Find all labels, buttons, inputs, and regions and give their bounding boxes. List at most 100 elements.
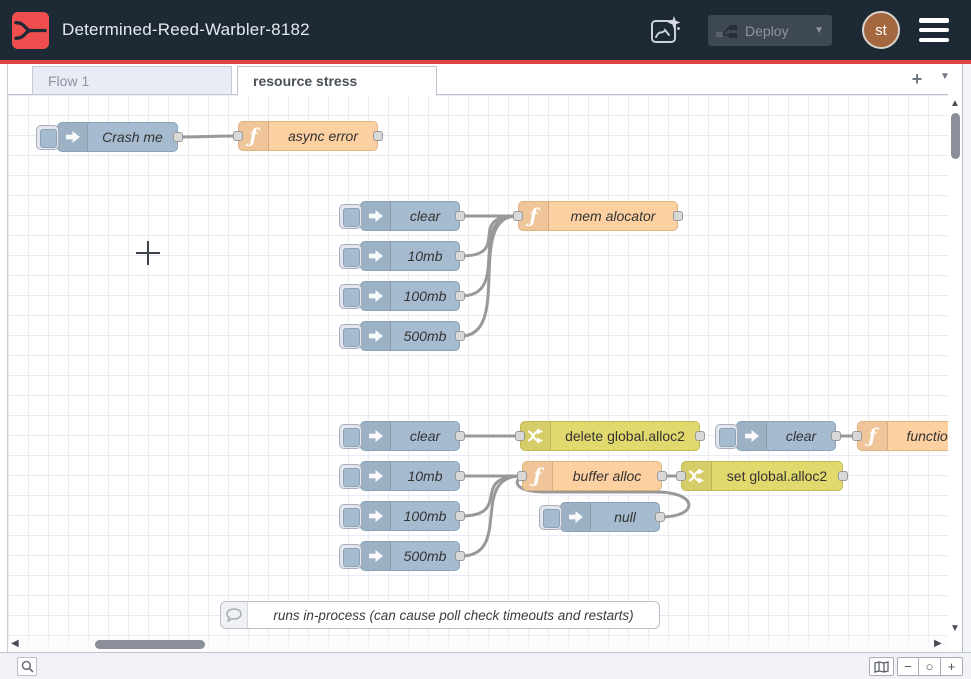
output-port[interactable]: [695, 431, 705, 441]
inject-trigger-button[interactable]: [36, 125, 59, 150]
output-port[interactable]: [455, 211, 465, 221]
input-port[interactable]: [513, 211, 523, 221]
output-port[interactable]: [673, 211, 683, 221]
node-inject-null[interactable]: null: [560, 502, 660, 532]
comment-label: runs in-process (can cause poll check ti…: [248, 602, 659, 628]
inject-arrow-icon: [561, 503, 591, 531]
tab-flow-1[interactable]: Flow 1: [32, 66, 232, 95]
deploy-button[interactable]: Deploy ▼: [708, 15, 832, 46]
node-label: 10mb: [391, 462, 459, 490]
output-port[interactable]: [455, 471, 465, 481]
output-port[interactable]: [455, 251, 465, 261]
scroll-down-icon[interactable]: ▼: [950, 623, 960, 634]
inject-trigger-button[interactable]: [539, 505, 562, 530]
output-port[interactable]: [455, 291, 465, 301]
node-function-async-error[interactable]: ƒ async error: [238, 121, 378, 151]
vertical-scrollbar[interactable]: ▲ ▼: [948, 95, 962, 652]
function-icon: ƒ: [858, 422, 888, 450]
scroll-up-icon[interactable]: ▲: [950, 98, 960, 109]
output-port[interactable]: [655, 512, 665, 522]
input-port[interactable]: [676, 471, 686, 481]
node-inject-100mb-b[interactable]: 100mb: [360, 501, 460, 531]
node-change-set-global-alloc2[interactable]: set global.alloc2: [681, 461, 843, 491]
navigator-toggle-button[interactable]: [869, 657, 894, 676]
node-inject-10mb-b[interactable]: 10mb: [360, 461, 460, 491]
zoom-in-button[interactable]: +: [941, 657, 963, 676]
user-avatar[interactable]: st: [862, 11, 900, 49]
flow-canvas[interactable]: Crash me ƒ async error clear 10mb: [8, 95, 948, 652]
node-label: Crash me: [88, 123, 177, 151]
deploy-nodes-icon: [716, 24, 738, 38]
horizontal-scroll-thumb[interactable]: [95, 640, 205, 649]
zoom-reset-button[interactable]: ○: [919, 657, 941, 676]
scroll-left-icon[interactable]: ◀: [11, 638, 19, 649]
node-label: 500mb: [391, 322, 459, 350]
crosshair-cursor: [136, 241, 160, 265]
node-function-buffer-alloc[interactable]: ƒ buffer alloc: [522, 461, 662, 491]
output-port[interactable]: [455, 431, 465, 441]
tab-list-caret-icon[interactable]: ▼: [937, 71, 953, 87]
output-port[interactable]: [373, 131, 383, 141]
inject-trigger-button[interactable]: [339, 504, 362, 529]
node-label: 100mb: [391, 282, 459, 310]
function-icon: ƒ: [239, 122, 269, 150]
inject-trigger-button[interactable]: [339, 284, 362, 309]
zoom-out-button[interactable]: −: [897, 657, 919, 676]
output-port[interactable]: [831, 431, 841, 441]
node-function-mem-alocator[interactable]: ƒ mem alocator: [518, 201, 678, 231]
node-label: mem alocator: [549, 202, 677, 230]
inject-trigger-button[interactable]: [339, 424, 362, 449]
flowfuse-logo-icon[interactable]: [12, 12, 49, 49]
output-port[interactable]: [455, 511, 465, 521]
inject-arrow-icon: [361, 202, 391, 230]
output-port[interactable]: [657, 471, 667, 481]
main-menu-icon[interactable]: [919, 18, 949, 42]
node-label: 100mb: [391, 502, 459, 530]
node-inject-100mb-a[interactable]: 100mb: [360, 281, 460, 311]
node-inject-500mb-b[interactable]: 500mb: [360, 541, 460, 571]
change-shuffle-icon: [521, 422, 551, 450]
tab-label: Flow 1: [48, 73, 89, 89]
add-flow-button[interactable]: +: [906, 68, 928, 90]
sidebar-collapsed-strip[interactable]: [962, 64, 971, 652]
input-port[interactable]: [852, 431, 862, 441]
node-inject-crash-me[interactable]: Crash me: [57, 122, 178, 152]
inject-trigger-button[interactable]: [715, 424, 738, 449]
output-port[interactable]: [455, 331, 465, 341]
inject-trigger-button[interactable]: [339, 244, 362, 269]
output-port[interactable]: [173, 132, 183, 142]
vertical-scroll-thumb[interactable]: [951, 113, 960, 159]
node-inject-500mb-a[interactable]: 500mb: [360, 321, 460, 351]
deploy-options-caret-icon[interactable]: ▼: [806, 25, 824, 36]
inject-arrow-icon: [361, 462, 391, 490]
node-inject-clear-b[interactable]: clear: [360, 421, 460, 451]
inject-trigger-button[interactable]: [339, 544, 362, 569]
inject-arrow-icon: [58, 123, 88, 151]
tab-resource-stress[interactable]: resource stress: [237, 66, 437, 96]
instance-title: Determined-Reed-Warbler-8182: [62, 0, 310, 60]
flow-tabbar: Flow 1 resource stress + ▼: [8, 64, 948, 95]
node-inject-10mb-a[interactable]: 10mb: [360, 241, 460, 271]
horizontal-scrollbar[interactable]: ◀ ▶: [8, 637, 948, 652]
output-port[interactable]: [838, 471, 848, 481]
node-comment[interactable]: runs in-process (can cause poll check ti…: [220, 601, 660, 629]
scroll-right-icon[interactable]: ▶: [934, 638, 942, 649]
node-change-delete-global-alloc2[interactable]: delete global.alloc2: [520, 421, 700, 451]
search-icon: [21, 660, 34, 673]
assistant-icon[interactable]: [647, 13, 682, 48]
input-port[interactable]: [515, 431, 525, 441]
node-inject-clear-c[interactable]: clear: [736, 421, 836, 451]
inject-trigger-button[interactable]: [339, 464, 362, 489]
input-port[interactable]: [233, 131, 243, 141]
input-port[interactable]: [517, 471, 527, 481]
inject-trigger-button[interactable]: [339, 204, 362, 229]
function-icon: ƒ: [519, 202, 549, 230]
zoom-controls: − ○ +: [897, 657, 963, 676]
node-inject-clear-a[interactable]: clear: [360, 201, 460, 231]
wires-layer: [8, 95, 948, 652]
inject-trigger-button[interactable]: [339, 324, 362, 349]
search-flows-button[interactable]: [17, 657, 37, 676]
node-function-function[interactable]: ƒ function: [857, 421, 948, 451]
inject-arrow-icon: [361, 322, 391, 350]
output-port[interactable]: [455, 551, 465, 561]
